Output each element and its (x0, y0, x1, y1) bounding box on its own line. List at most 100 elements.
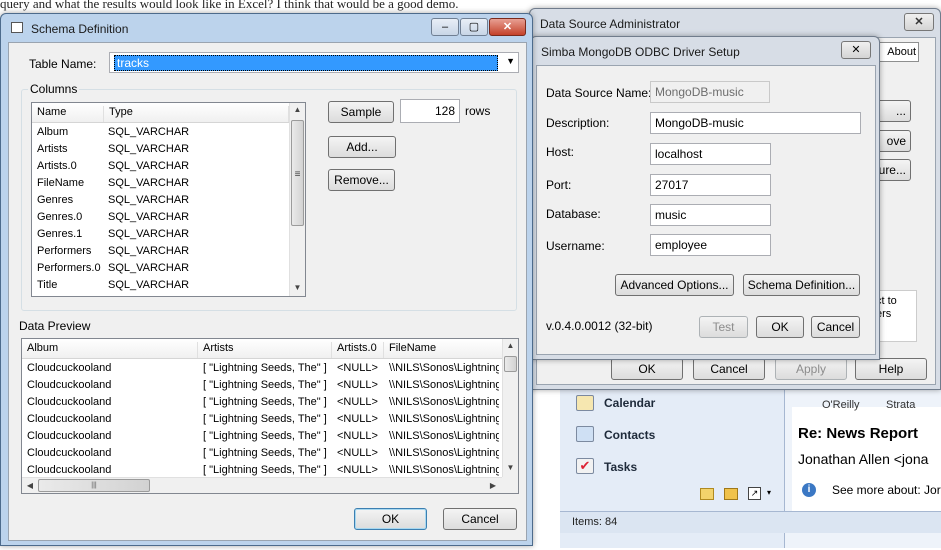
preview-hscrollbar[interactable]: ◀ ||| ▶ (22, 477, 502, 493)
preview-vscrollbar[interactable]: ▲ ▼ (502, 339, 518, 477)
message-from: Jonathan Allen <jona (798, 451, 929, 467)
nav-tasks[interactable]: Tasks (604, 460, 637, 474)
add-button[interactable]: Add... (328, 136, 396, 158)
column-row[interactable]: Genres.0 SQL_VARCHAR (32, 209, 289, 226)
cell-artists: [ "Lightning Seeds, The" ] (203, 447, 327, 459)
cell-artists0: <NULL> (337, 362, 378, 374)
reading-pane: Re: News Report Jonathan Allen <jona i S… (792, 407, 941, 511)
cell-album: Cloudcuckooland (27, 413, 112, 425)
cell-album: Cloudcuckooland (27, 430, 112, 442)
cell-artists: [ "Lightning Seeds, The" ] (203, 464, 327, 476)
sample-rows-field[interactable]: 128 (400, 99, 460, 123)
column-header-type[interactable]: Type (104, 106, 289, 122)
grip-icon: ≡ (294, 169, 301, 180)
preview-header-artists[interactable]: Artists (198, 342, 332, 358)
preview-row[interactable]: Cloudcuckooland [ "Lightning Seeds, The" … (22, 445, 502, 462)
nav-calendar[interactable]: Calendar (604, 396, 655, 410)
minimize-button[interactable]: ‒ (431, 18, 459, 36)
maximize-button[interactable]: ▢ (460, 18, 488, 36)
contacts-icon (576, 426, 594, 442)
calendar-icon (576, 395, 594, 411)
hscroll-thumb[interactable]: ||| (38, 479, 150, 492)
dsa-help-button[interactable]: Help (855, 358, 927, 380)
chevron-down-icon[interactable]: ▼ (506, 56, 515, 66)
test-button[interactable]: Test (699, 316, 748, 338)
scroll-down-icon[interactable]: ▼ (503, 463, 518, 472)
column-row[interactable]: Title SQL_VARCHAR (32, 277, 289, 294)
preview-header-artists0[interactable]: Artists.0 (332, 342, 384, 358)
schema-definition-button[interactable]: Schema Definition... (743, 274, 860, 296)
preview-header-album[interactable]: Album (22, 342, 198, 358)
column-type: SQL_VARCHAR (108, 177, 190, 189)
preview-header-filename[interactable]: FileName (384, 342, 502, 358)
column-row[interactable]: Artists.0 SQL_VARCHAR (32, 158, 289, 175)
simba-cancel-button[interactable]: Cancel (811, 316, 860, 338)
data-preview-list[interactable]: Album Artists Artists.0 FileName Cloudcu… (21, 338, 519, 494)
status-bar: Items: 84 (560, 511, 941, 533)
description-field[interactable]: MongoDB-music (650, 112, 861, 134)
simba-close-button[interactable]: ✕ (841, 41, 871, 59)
columns-list[interactable]: Name Type Album SQL_VARCHAR Artists SQL_VAR… (31, 102, 306, 297)
cell-filename: \\NILS\Sonos\Lightning (389, 362, 499, 374)
scroll-thumb[interactable] (504, 356, 517, 372)
remove-button[interactable]: Remove... (328, 169, 395, 191)
column-row[interactable]: Album SQL_VARCHAR (32, 124, 289, 141)
see-more-text[interactable]: See more about: Jor (832, 483, 941, 497)
cancel-button[interactable]: Cancel (443, 508, 517, 530)
nav-contacts[interactable]: Contacts (604, 428, 655, 442)
column-row[interactable]: Artists SQL_VARCHAR (32, 141, 289, 158)
column-type: SQL_VARCHAR (108, 245, 190, 257)
column-row[interactable]: Performers SQL_VARCHAR (32, 243, 289, 260)
cell-artists: [ "Lightning Seeds, The" ] (203, 396, 327, 408)
column-name: Album (37, 126, 69, 138)
preview-row[interactable]: Cloudcuckooland [ "Lightning Seeds, The" … (22, 428, 502, 445)
dsa-ok-button[interactable]: OK (611, 358, 683, 380)
column-name: Genres (37, 194, 74, 206)
scroll-up-icon[interactable]: ▲ (503, 341, 518, 350)
oreilly-fragment: O'Reilly (822, 399, 860, 411)
scroll-down-icon[interactable]: ▼ (290, 283, 305, 292)
folder-icon[interactable] (724, 488, 738, 500)
sample-button[interactable]: Sample (328, 101, 394, 123)
about-tab[interactable]: About (877, 42, 919, 62)
configure-buttons-icon[interactable]: ▾ (767, 488, 771, 497)
preview-row[interactable]: Cloudcuckooland [ "Lightning Seeds, The" … (22, 360, 502, 377)
ok-button[interactable]: OK (354, 508, 427, 530)
database-field[interactable]: music (650, 204, 771, 226)
table-name-select[interactable]: tracks ▼ (109, 52, 519, 73)
column-row[interactable]: Genres.1 SQL_VARCHAR (32, 226, 289, 243)
scroll-right-icon[interactable]: ▶ (487, 481, 499, 490)
database-label: Database: (546, 207, 601, 221)
dsa-close-button[interactable]: ✕ (904, 13, 934, 31)
column-header-name[interactable]: Name (32, 106, 104, 122)
port-field[interactable]: 27017 (650, 174, 771, 196)
preview-row[interactable]: Cloudcuckooland [ "Lightning Seeds, The" … (22, 377, 502, 394)
columns-scrollbar[interactable]: ▲ ≡ ▼ (289, 103, 305, 296)
dsa-cancel-button[interactable]: Cancel (693, 358, 765, 380)
preview-row[interactable]: Cloudcuckooland [ "Lightning Seeds, The" … (22, 411, 502, 428)
scroll-up-icon[interactable]: ▲ (290, 105, 305, 114)
background-text: query and what the results would look li… (0, 0, 459, 11)
close-button[interactable]: ✕ (489, 18, 526, 36)
schema-client: Table Name: tracks ▼ Columns Name Type A… (8, 42, 527, 541)
advanced-options-button[interactable]: Advanced Options... (615, 274, 734, 296)
simba-ok-button[interactable]: OK (756, 316, 804, 338)
column-row[interactable]: Genres SQL_VARCHAR (32, 192, 289, 209)
host-field[interactable]: localhost (650, 143, 771, 165)
dsa-apply-button[interactable]: Apply (775, 358, 847, 380)
cell-filename: \\NILS\Sonos\Lightning (389, 396, 499, 408)
tasks-icon: ✔ (576, 458, 594, 474)
shortcut-icon[interactable]: ↗ (748, 487, 761, 500)
username-field[interactable]: employee (650, 234, 771, 256)
preview-row[interactable]: Cloudcuckooland [ "Lightning Seeds, The" … (22, 394, 502, 411)
outlook-window: Calendar Contacts ✔ Tasks ↗ ▾ Re: News R… (560, 385, 941, 548)
column-type: SQL_VARCHAR (108, 160, 190, 172)
column-type: SQL_VARCHAR (108, 279, 190, 291)
scroll-left-icon[interactable]: ◀ (24, 481, 36, 490)
notes-icon[interactable] (700, 488, 714, 500)
simba-title: Simba MongoDB ODBC Driver Setup (541, 45, 740, 59)
column-row[interactable]: FileName SQL_VARCHAR (32, 175, 289, 192)
dsn-field[interactable]: MongoDB-music (650, 81, 770, 103)
cell-album: Cloudcuckooland (27, 379, 112, 391)
column-row[interactable]: Performers.0 SQL_VARCHAR (32, 260, 289, 277)
